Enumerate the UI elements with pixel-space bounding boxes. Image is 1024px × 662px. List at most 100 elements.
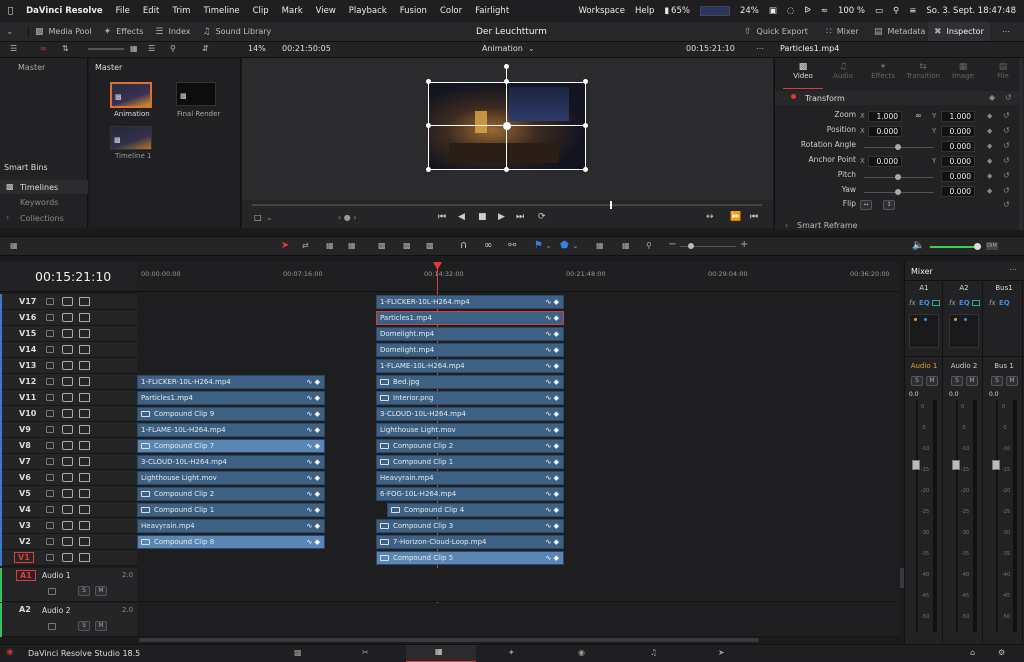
control-center-icon[interactable]: ≡	[909, 6, 916, 16]
track-lock-icon[interactable]	[48, 623, 56, 630]
property-y-field[interactable]: 1.000	[941, 111, 975, 122]
media-pool-button[interactable]: ▩ Media Pool	[28, 26, 98, 37]
track-auto-select-icon[interactable]	[62, 553, 73, 562]
channel-name[interactable]: Audio 2	[945, 362, 983, 370]
timeline-clip[interactable]: 7-Horizon-Cloud-Loop.mp4 ∿ ◆	[376, 535, 564, 549]
menu-clip[interactable]: Clip	[253, 6, 269, 16]
timeline-clip[interactable]: Domelight.mp4 ∿ ◆	[376, 343, 564, 357]
eq-label[interactable]: EQ	[919, 299, 930, 307]
workspace-menu[interactable]: Workspace	[579, 6, 625, 16]
track-header-v16[interactable]: V16	[0, 310, 137, 326]
timeline-clip[interactable]: Compound Clip 9 ∿ ◆	[137, 407, 325, 421]
track-lock-icon[interactable]	[46, 314, 54, 321]
fusion-page-icon[interactable]: ✦	[508, 648, 515, 657]
timeline-clip[interactable]: Compound Clip 8 ∿ ◆	[137, 535, 325, 549]
audio-track-id[interactable]: A1	[16, 570, 36, 581]
snapping-icon[interactable]: ∩	[460, 240, 467, 251]
track-auto-select-icon[interactable]	[62, 345, 73, 354]
jog-control[interactable]: ‹ ● ›	[338, 213, 356, 222]
next-edit-icon[interactable]: ⏩	[730, 212, 741, 222]
track-header-v12[interactable]: V12	[0, 374, 137, 390]
track-visibility-icon[interactable]	[79, 457, 90, 466]
sort-order-icon[interactable]: ⇵	[202, 44, 209, 53]
track-lock-icon[interactable]	[46, 506, 54, 513]
mute-button[interactable]: M	[1006, 376, 1018, 386]
loop-icon[interactable]: ⟳	[538, 212, 546, 222]
dropbox-icon[interactable]: ▣	[769, 6, 777, 16]
track-auto-select-icon[interactable]	[62, 425, 73, 434]
timeline-clip[interactable]: Interior.png ∿ ◆	[376, 391, 564, 405]
transform-handle-top-right[interactable]	[583, 79, 588, 84]
play-icon[interactable]: ▶	[498, 212, 505, 222]
track-visibility-icon[interactable]	[79, 361, 90, 370]
chevron-right-icon[interactable]: ›	[6, 213, 9, 222]
track-header-v8[interactable]: V8	[0, 438, 137, 454]
flip-vertical-button[interactable]: ↕	[883, 200, 895, 210]
settings-gear-icon[interactable]: ⚙	[998, 648, 1005, 657]
marker-icon[interactable]: ⬟	[560, 240, 569, 251]
mute-button[interactable]: M	[95, 586, 107, 596]
track-header-v10[interactable]: V10	[0, 406, 137, 422]
master-volume-slider[interactable]	[930, 246, 976, 248]
track-header-v9[interactable]: V9	[0, 422, 137, 438]
match-frame-icon[interactable]: ↔	[706, 212, 714, 222]
property-value-field[interactable]: 0.000	[941, 171, 975, 182]
cut-page-icon[interactable]: ✂	[362, 648, 369, 657]
track-visibility-icon[interactable]	[79, 489, 90, 498]
linked-selection-icon[interactable]: ∞	[484, 240, 492, 251]
timeline-clip[interactable]: Particles1.mp4 ∿ ◆	[376, 311, 564, 325]
inspector-tab-audio[interactable]: ♫ Audio	[823, 62, 863, 88]
track-header-v15[interactable]: V15	[0, 326, 137, 342]
track-auto-select-icon[interactable]	[62, 377, 73, 386]
track-auto-select-icon[interactable]	[62, 297, 73, 306]
solo-button[interactable]: S	[78, 586, 90, 596]
track-id[interactable]: V1	[14, 552, 34, 563]
timeline-view-options-icon[interactable]: ▦	[10, 241, 18, 250]
clock[interactable]: So. 3. Sept. 18:47:48	[926, 6, 1016, 16]
sound-library-button[interactable]: ♫ Sound Library	[197, 27, 278, 37]
track-header-v13[interactable]: V13	[0, 358, 137, 374]
track-visibility-icon[interactable]	[79, 393, 90, 402]
reset-icon[interactable]: ↺	[1003, 186, 1010, 195]
track-lock-icon[interactable]	[46, 330, 54, 337]
timeline-clip[interactable]: 1-FLICKER-10L-H264.mp4 ∿ ◆	[137, 375, 325, 389]
color-page-icon[interactable]: ◉	[578, 648, 585, 657]
transform-section-header[interactable]: Transform ◆ ↺	[775, 91, 1019, 105]
track-auto-select-icon[interactable]	[62, 457, 73, 466]
section-enabled-dot[interactable]	[791, 94, 796, 99]
zoom-out-icon[interactable]: −	[668, 239, 676, 250]
track-visibility-icon[interactable]	[79, 441, 90, 450]
keyframe-diamond-icon[interactable]: ◆	[989, 93, 995, 102]
reset-icon[interactable]: ↺	[1003, 141, 1010, 150]
solo-button[interactable]: S	[991, 376, 1003, 386]
property-slider-knob[interactable]	[895, 174, 901, 180]
channel-name[interactable]: Audio 1	[905, 362, 943, 370]
track-visibility-icon[interactable]	[79, 521, 90, 530]
play-reverse-icon[interactable]: ◀	[458, 212, 465, 222]
audio-track-id[interactable]: A2	[16, 605, 34, 614]
inspector-scrollbar[interactable]	[1019, 58, 1023, 230]
track-visibility-icon[interactable]	[79, 537, 90, 546]
deliver-page-icon[interactable]: ➤	[718, 648, 725, 657]
track-header-v4[interactable]: V4	[0, 502, 137, 518]
chevron-right-icon[interactable]: ›	[785, 221, 788, 230]
smart-reframe-section[interactable]: Smart Reframe	[797, 221, 858, 230]
search-icon[interactable]: ⚲	[170, 44, 176, 53]
track-auto-select-icon[interactable]	[62, 329, 73, 338]
timeline-clip[interactable]: 3-CLOUD-10L-H264.mp4 ∿ ◆	[137, 455, 325, 469]
flip-horizontal-button[interactable]: ↔	[860, 200, 872, 210]
track-header-v7[interactable]: V7	[0, 454, 137, 470]
track-lock-icon[interactable]	[46, 426, 54, 433]
transform-handle-right[interactable]	[583, 123, 588, 128]
reset-icon[interactable]: ↺	[1003, 171, 1010, 180]
property-value-field[interactable]: 0.000	[941, 186, 975, 197]
timeline-name[interactable]: Animation	[482, 44, 523, 53]
track-auto-select-icon[interactable]	[62, 409, 73, 418]
inspector-button[interactable]: ✖ Inspector	[928, 22, 990, 41]
chevron-down-icon[interactable]: ⌄	[266, 213, 273, 222]
transform-handle-left[interactable]	[426, 123, 431, 128]
fader-track[interactable]	[996, 400, 998, 632]
timeline-clip[interactable]: Compound Clip 7 ∿ ◆	[137, 439, 325, 453]
track-lock-icon[interactable]	[46, 490, 54, 497]
track-lock-icon[interactable]	[46, 410, 54, 417]
